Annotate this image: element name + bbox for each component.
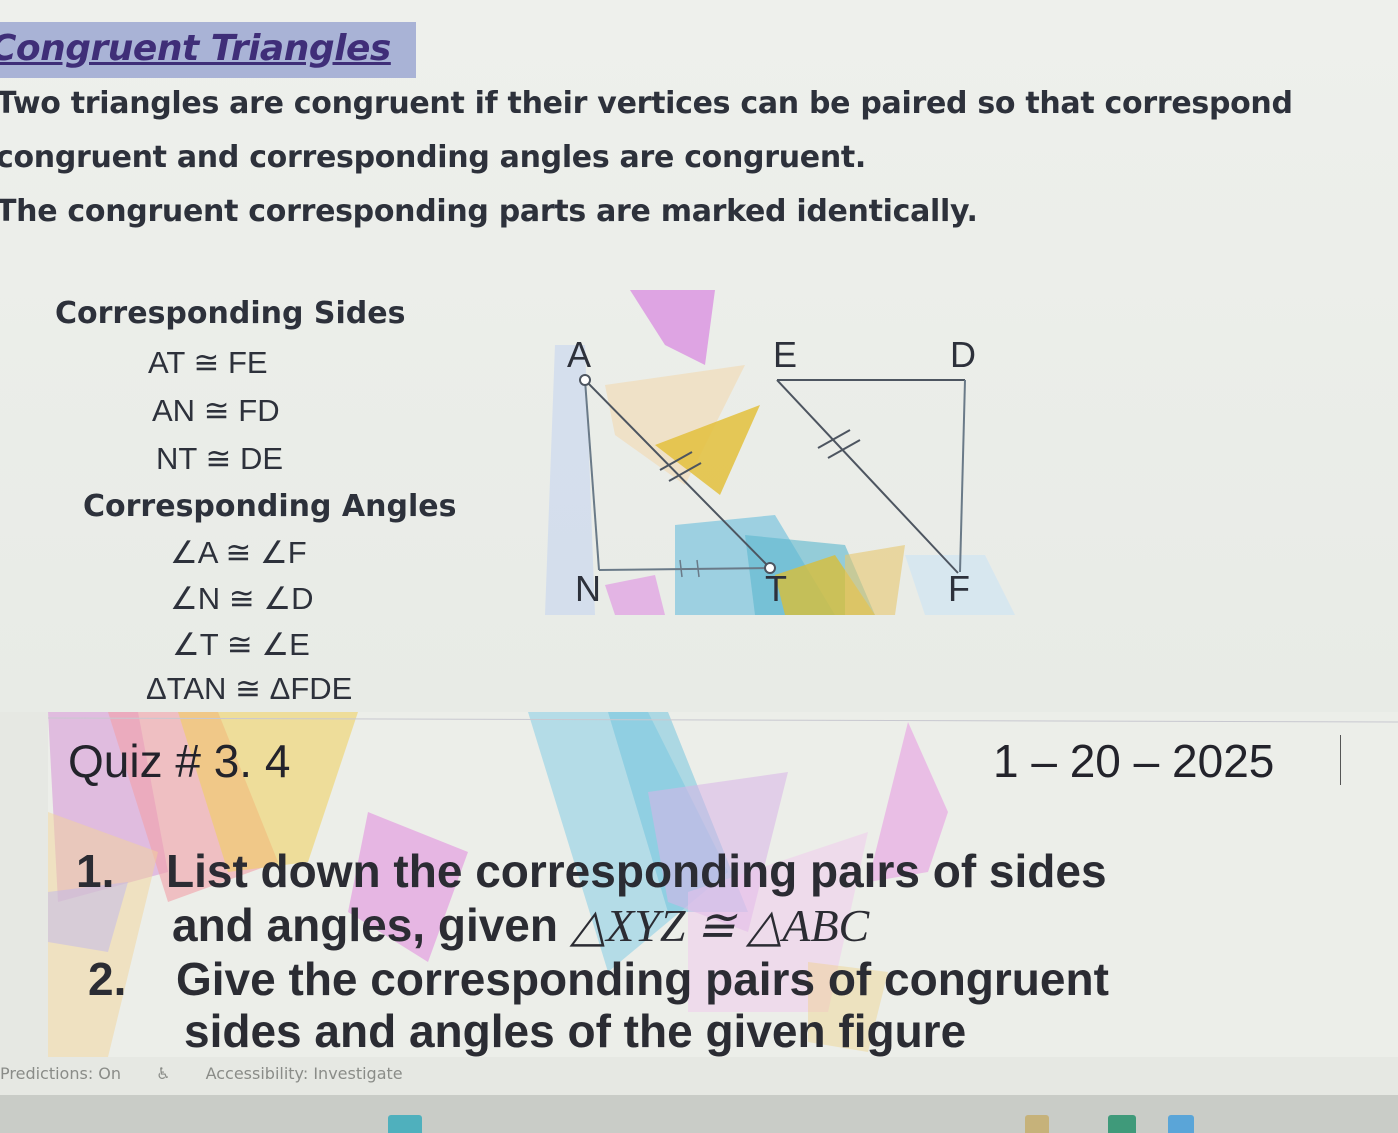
tick-mark bbox=[827, 439, 861, 459]
app-icon[interactable] bbox=[1168, 1115, 1194, 1133]
quiz-title: Quiz # 3. 4 bbox=[68, 735, 291, 787]
label-T: T bbox=[765, 568, 787, 609]
predictions-status[interactable]: Predictions: On bbox=[0, 1064, 121, 1083]
question-1-number: 1. bbox=[76, 845, 115, 897]
triangle-diagram: A N T E D F bbox=[545, 285, 1025, 620]
label-F: F bbox=[948, 568, 970, 609]
quiz-date: 1 – 20 – 2025 bbox=[993, 735, 1275, 787]
vertex-A-point bbox=[579, 374, 591, 386]
label-D: D bbox=[950, 334, 976, 375]
decor-shape bbox=[605, 575, 665, 615]
label-E: E bbox=[773, 334, 797, 375]
question-1-line-2: and angles, given △XYZ ≅ △ABC bbox=[172, 898, 869, 952]
accessibility-icon: ♿ bbox=[156, 1064, 171, 1083]
congruence-statement: △XYZ ≅ △ABC bbox=[570, 900, 870, 951]
triangle-congruence: ΔTAN ≅ ΔFDE bbox=[146, 671, 353, 706]
label-N: N bbox=[575, 568, 601, 609]
start-icon[interactable] bbox=[388, 1115, 422, 1133]
status-bar: Predictions: On ♿ Accessibility: Investi… bbox=[0, 1064, 433, 1083]
label-A: A bbox=[567, 334, 591, 375]
definition-line-2: congruent and corresponding angles are c… bbox=[0, 140, 867, 175]
question-2-number: 2. bbox=[88, 953, 127, 1005]
side-pair-2: AN ≅ FD bbox=[152, 393, 280, 428]
decor-shape bbox=[630, 290, 715, 365]
question-2-line-2: sides and angles of the given figure bbox=[184, 1005, 967, 1057]
tick-mark bbox=[817, 429, 851, 449]
angle-pair-2: ∠N ≅ ∠D bbox=[170, 581, 314, 616]
side-pair-3: NT ≅ DE bbox=[156, 441, 284, 476]
angle-pair-3: ∠T ≅ ∠E bbox=[172, 627, 310, 662]
question-1-line-1: List down the corresponding pairs of sid… bbox=[166, 845, 1107, 897]
question-1-prefix: and angles, given bbox=[172, 899, 571, 951]
side-pair-1: AT ≅ FE bbox=[148, 345, 268, 380]
angle-pair-1: ∠A ≅ ∠F bbox=[170, 535, 307, 570]
side-DF bbox=[959, 379, 966, 573]
definition-line-1: Two triangles are congruent if their ver… bbox=[0, 86, 1293, 121]
angles-heading: Corresponding Angles bbox=[83, 489, 457, 524]
document-title: Congruent Triangles bbox=[0, 28, 391, 69]
app-icon[interactable] bbox=[1108, 1115, 1136, 1133]
taskbar bbox=[0, 1095, 1398, 1133]
sides-heading: Corresponding Sides bbox=[55, 296, 406, 331]
quiz-slide[interactable]: Quiz # 3. 4 1 – 20 – 2025 1. List down t… bbox=[48, 712, 1398, 1057]
definition-line-3: The congruent corresponding parts are ma… bbox=[0, 194, 978, 229]
decor-shape bbox=[845, 545, 905, 615]
accessibility-status[interactable]: Accessibility: Investigate bbox=[206, 1064, 403, 1083]
text-cursor bbox=[1340, 735, 1341, 785]
app-icon[interactable] bbox=[1025, 1115, 1049, 1133]
question-2-line-1: Give the corresponding pairs of congruen… bbox=[176, 953, 1109, 1005]
